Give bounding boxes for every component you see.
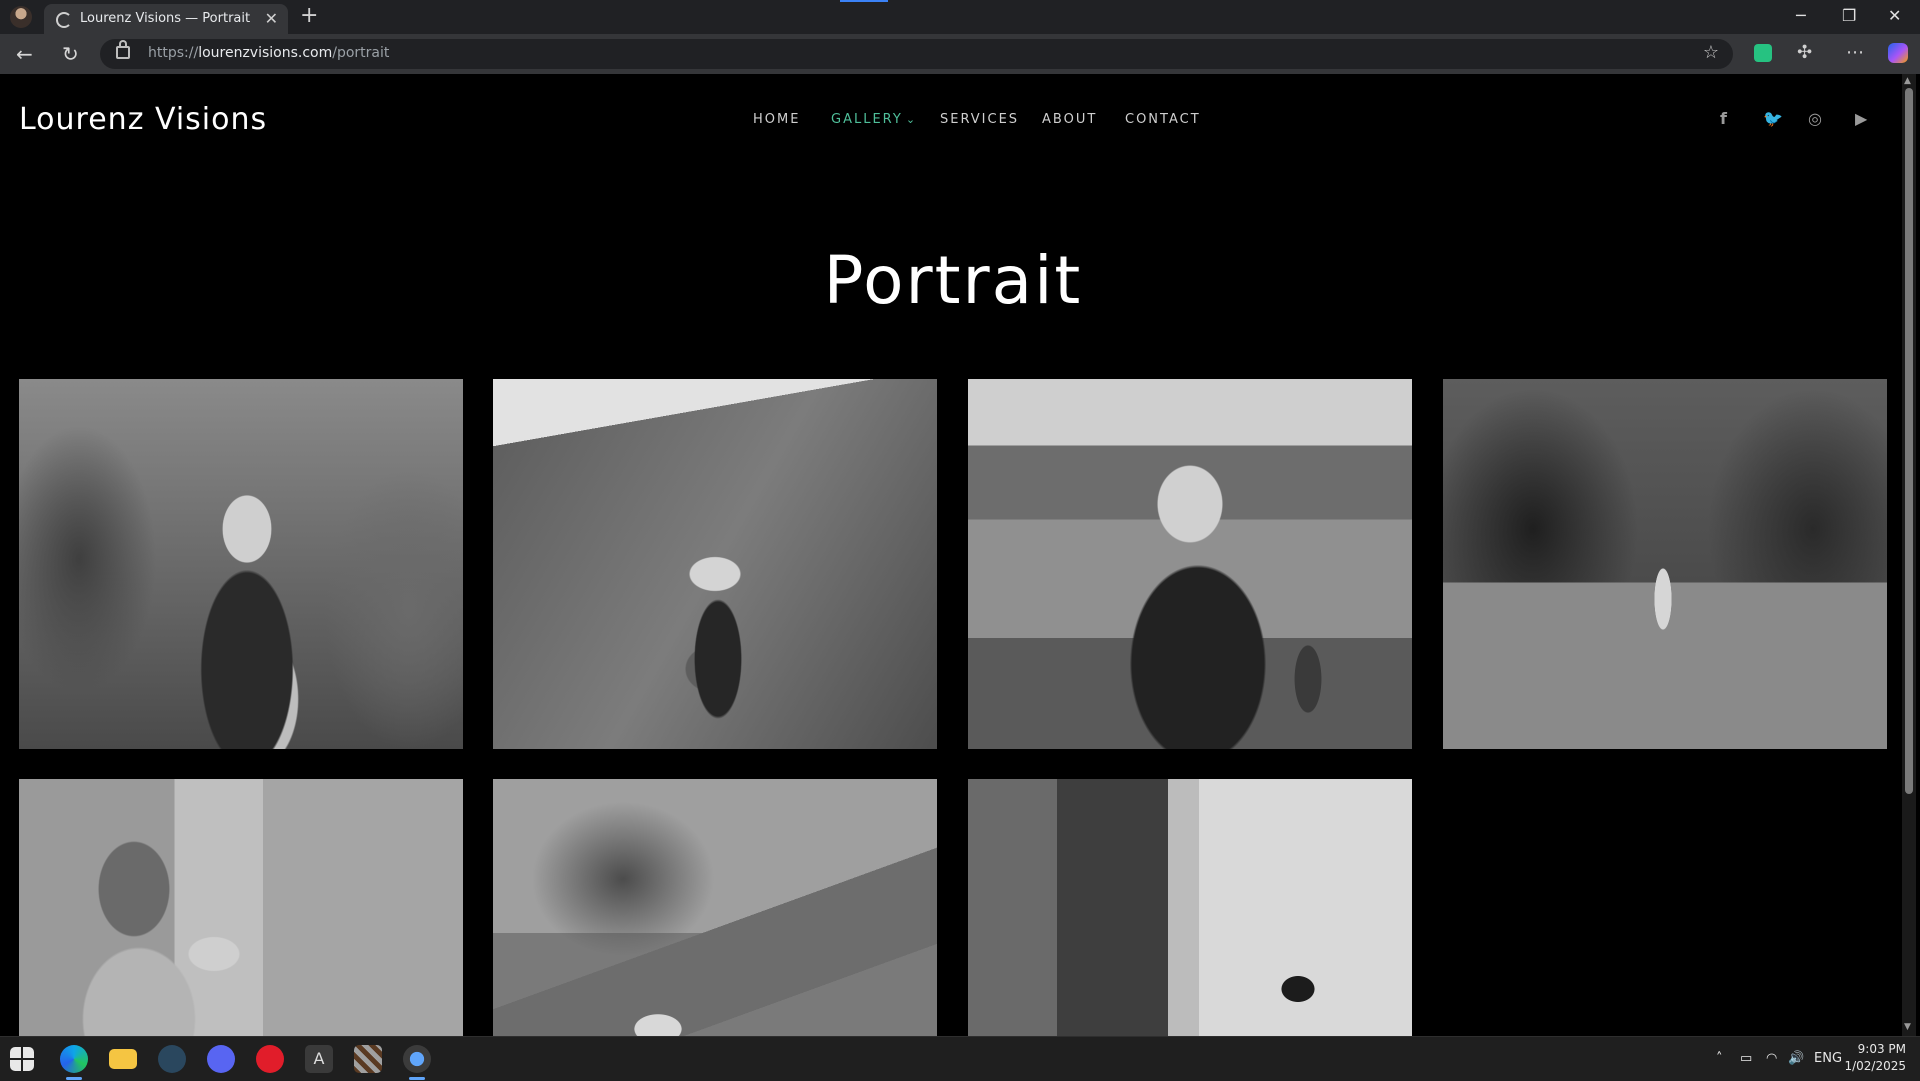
windows-start-icon[interactable]: [10, 1047, 34, 1071]
nav-home[interactable]: HOME: [753, 112, 800, 127]
volume-icon[interactable]: 🔊: [1788, 1051, 1804, 1066]
twitter-icon[interactable]: 🐦: [1763, 109, 1783, 128]
nav-gallery[interactable]: GALLERY ⌄: [831, 112, 915, 127]
language-indicator[interactable]: ENG: [1814, 1051, 1842, 1066]
address-toolbar: ← ↻ https://lourenzvisions.com/portrait …: [0, 34, 1920, 74]
page-scrollbar[interactable]: ▲ ▼: [1902, 74, 1916, 1036]
scroll-down-icon[interactable]: ▼: [1904, 1022, 1911, 1032]
gallery-photo-woman-portrait[interactable]: [19, 379, 463, 749]
file-explorer-icon[interactable]: [109, 1049, 137, 1069]
nav-gallery-label: GALLERY: [831, 112, 903, 127]
nav-services[interactable]: SERVICES: [940, 112, 1019, 127]
new-tab-icon[interactable]: +: [300, 3, 318, 28]
more-icon[interactable]: ⋯: [1846, 42, 1864, 63]
site-logo[interactable]: Lourenz Visions: [19, 102, 267, 137]
nav-contact[interactable]: CONTACT: [1125, 112, 1201, 127]
extension-icon[interactable]: [1754, 44, 1772, 62]
minimize-icon[interactable]: ─: [1796, 6, 1806, 25]
lock-icon[interactable]: [116, 40, 130, 59]
wifi-icon[interactable]: ◠: [1766, 1051, 1777, 1066]
instagram-icon[interactable]: ◎: [1808, 109, 1822, 128]
gallery-photo-cafe-interior[interactable]: [968, 779, 1412, 1036]
chevron-down-icon: ⌄: [905, 113, 916, 126]
web-page: Lourenz Visions HOME GALLERY ⌄ SERVICES A…: [4, 74, 1902, 1036]
star-icon[interactable]: ☆: [1703, 42, 1719, 63]
close-window-icon[interactable]: ✕: [1888, 6, 1901, 25]
clock-date: 1/02/2025: [1844, 1059, 1906, 1073]
close-tab-icon[interactable]: ✕: [265, 9, 278, 28]
gallery-photo-hat-vendor[interactable]: [968, 379, 1412, 749]
facebook-icon[interactable]: f: [1720, 109, 1727, 128]
refresh-icon[interactable]: ↻: [62, 42, 79, 66]
loading-indicator: [840, 0, 888, 2]
tab-title: Lourenz Visions — Portrait: [80, 11, 251, 26]
url-field[interactable]: https://lourenzvisions.com/portrait ☆: [100, 39, 1733, 69]
profile-avatar-icon[interactable]: [10, 6, 32, 28]
steam-icon[interactable]: [158, 1045, 186, 1073]
battery-icon[interactable]: ▭: [1740, 1051, 1752, 1066]
gallery-photo-tree-and-ball[interactable]: [493, 779, 937, 1036]
gallery-photo-man-in-cafe[interactable]: [19, 779, 463, 1036]
scroll-up-icon[interactable]: ▲: [1904, 76, 1911, 86]
url-text: https://lourenzvisions.com/portrait: [148, 45, 390, 61]
minecraft-icon[interactable]: [354, 1045, 382, 1073]
gallery-photo-child-with-hats[interactable]: [493, 379, 937, 749]
system-clock[interactable]: 9:03 PM 1/02/2025: [1844, 1041, 1906, 1075]
restore-icon[interactable]: ❐: [1842, 6, 1856, 25]
puzzle-icon[interactable]: ✣: [1797, 42, 1812, 63]
browser-tab-bar: Lourenz Visions — Portrait ✕ + ─ ❐ ✕: [0, 0, 1920, 34]
app-a-icon[interactable]: A: [305, 1045, 333, 1073]
clock-time: 9:03 PM: [1857, 1042, 1906, 1056]
copilot-icon[interactable]: [1888, 43, 1908, 63]
youtube-icon[interactable]: ▶: [1855, 109, 1867, 128]
page-title: Portrait: [823, 242, 1083, 319]
chevron-up-icon[interactable]: ˄: [1716, 1051, 1723, 1066]
tab-favicon-icon: [56, 12, 72, 28]
windows-taskbar: A ˄ ▭ ◠ 🔊 ENG 9:03 PM 1/02/2025: [0, 1036, 1920, 1081]
scrollbar-thumb[interactable]: [1905, 88, 1913, 794]
browser-tab[interactable]: Lourenz Visions — Portrait ✕: [44, 4, 288, 34]
gallery-photo-garden-path[interactable]: [1443, 379, 1887, 749]
discord-icon[interactable]: [207, 1045, 235, 1073]
edge-icon[interactable]: [60, 1045, 88, 1073]
app-bird-icon[interactable]: [403, 1045, 431, 1073]
back-icon[interactable]: ←: [16, 42, 33, 66]
app-red-icon[interactable]: [256, 1045, 284, 1073]
nav-about[interactable]: ABOUT: [1042, 112, 1097, 127]
